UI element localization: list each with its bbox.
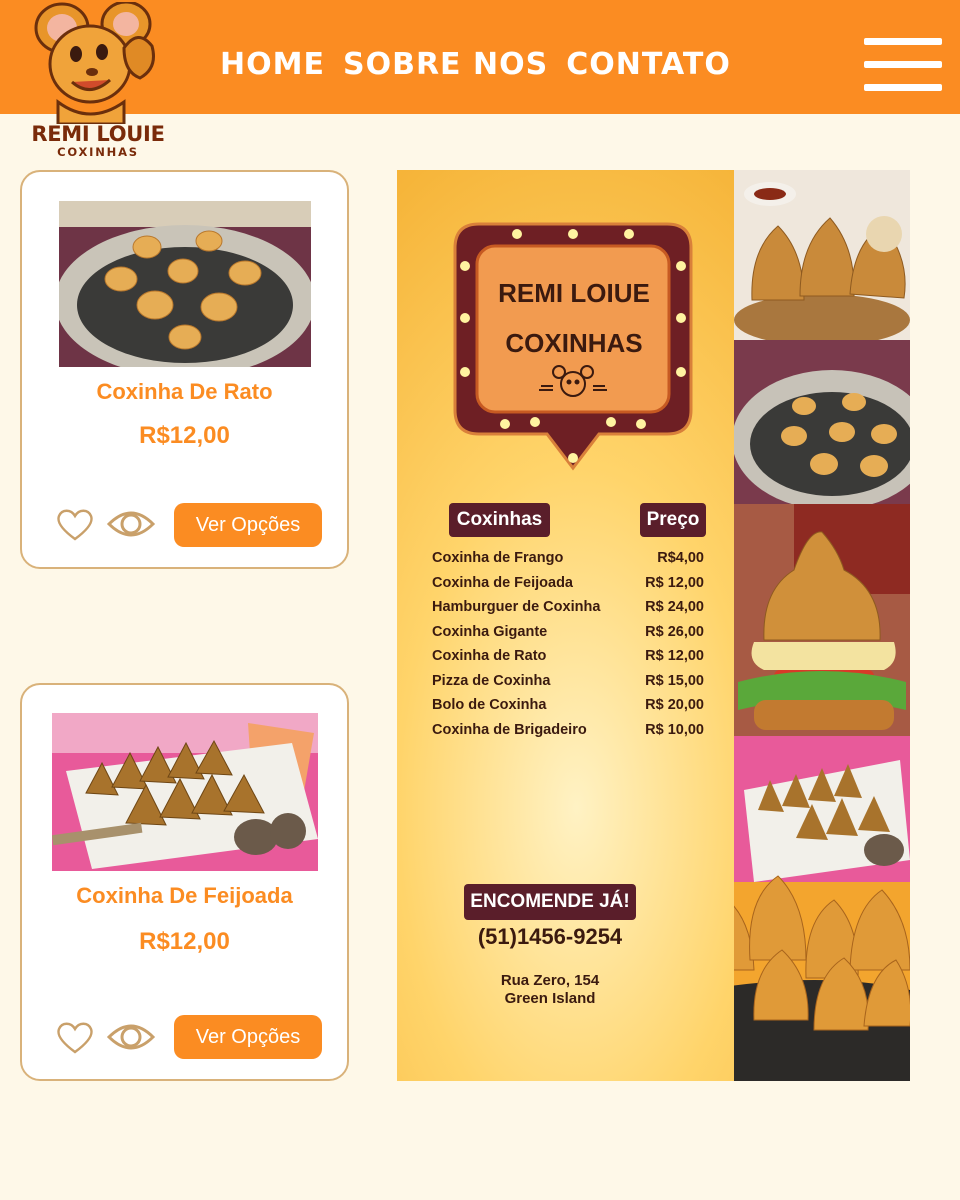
product-image[interactable]	[59, 201, 311, 367]
mouse-shaped-coxinhas-photo	[59, 201, 311, 367]
nav-home[interactable]: HOME	[220, 46, 325, 84]
menu-item-name: Bolo de Coxinha	[432, 697, 547, 713]
menu-item-price: R$ 15,00	[645, 673, 704, 689]
main-nav: HOME SOBRE NOS CONTATO	[220, 46, 731, 84]
order-now-badge: ENCOMENDE JÁ!	[464, 884, 636, 920]
heart-icon[interactable]	[56, 508, 94, 542]
menu-item-price: R$ 10,00	[645, 722, 704, 738]
menu-row: Coxinha de Frango R$4,00	[432, 550, 704, 572]
ver-opcoes-button[interactable]: Ver Opções	[174, 1015, 322, 1059]
menu-item-name: Coxinha de Brigadeiro	[432, 722, 587, 738]
menu-item-price: R$ 26,00	[645, 624, 704, 640]
menu-row: Hamburguer de Coxinha R$ 24,00	[432, 599, 704, 621]
product-price: R$12,00	[139, 422, 230, 449]
menu-item-name: Coxinha de Frango	[432, 550, 564, 566]
menu-item-price: R$ 20,00	[645, 697, 704, 713]
menu-item-price: R$ 12,00	[645, 575, 704, 591]
menu-row: Bolo de Coxinha R$ 20,00	[432, 697, 704, 719]
hamburger-menu-icon[interactable]	[864, 38, 944, 94]
product-image[interactable]	[52, 713, 318, 871]
menu-item-name: Coxinha de Rato	[432, 648, 547, 664]
menu-column-header-item: Coxinhas	[449, 503, 550, 537]
menu-item-name: Coxinha de Feijoada	[432, 575, 573, 591]
menu-item-price: R$4,00	[657, 550, 704, 566]
menu-item-name: Pizza de Coxinha	[432, 673, 551, 689]
menu-row: Coxinha de Rato R$ 12,00	[432, 648, 704, 670]
logo-subtitle: COXINHAS	[57, 145, 139, 159]
flyer-title-line1: REMI LOIUE	[498, 278, 650, 308]
menu-item-price: R$ 24,00	[645, 599, 704, 615]
nav-sobre-nos[interactable]: SOBRE NOS	[343, 46, 548, 84]
mouse-mascot-icon	[34, 0, 155, 126]
menu-item-price: R$ 12,00	[645, 648, 704, 664]
flyer-title-line2: COXINHAS	[505, 328, 643, 358]
heart-icon[interactable]	[56, 1021, 94, 1055]
coxinha-photo-column	[734, 170, 910, 1081]
ver-opcoes-button[interactable]: Ver Opções	[174, 503, 322, 547]
menu-item-name: Hamburguer de Coxinha	[432, 599, 601, 615]
address-line1: Rua Zero, 154	[500, 972, 600, 989]
eye-icon[interactable]	[107, 1021, 155, 1053]
product-card: Coxinha De Rato R$12,00 Ver Opções	[20, 170, 349, 569]
brand-logo[interactable]: REMI LOUIE COXINHAS	[28, 0, 168, 162]
menu-row: Coxinha de Brigadeiro R$ 10,00	[432, 722, 704, 744]
product-name: Coxinha De Rato	[96, 379, 273, 404]
product-card: Coxinha De Feijoada R$12,00 Ver Opções	[20, 683, 349, 1081]
menu-row: Coxinha Gigante R$ 26,00	[432, 624, 704, 646]
product-name: Coxinha De Feijoada	[76, 883, 293, 908]
feijoada-coxinhas-photo	[52, 713, 318, 871]
product-price: R$12,00	[139, 928, 230, 955]
logo-title: REMI LOUIE	[31, 122, 165, 146]
address-line2: Green Island	[504, 990, 596, 1007]
menu-row: Pizza de Coxinha R$ 15,00	[432, 673, 704, 695]
menu-item-name: Coxinha Gigante	[432, 624, 548, 640]
menu-column-header-price: Preço	[640, 503, 706, 537]
menu-row: Coxinha de Feijoada R$ 12,00	[432, 575, 704, 597]
menu-flyer: REMI LOIUE COXINHAS Coxinhas Preço Coxin…	[397, 170, 910, 1081]
phone-number[interactable]: (51)1456-9254	[447, 924, 653, 950]
eye-icon[interactable]	[107, 508, 155, 540]
nav-contato[interactable]: CONTATO	[566, 46, 731, 84]
